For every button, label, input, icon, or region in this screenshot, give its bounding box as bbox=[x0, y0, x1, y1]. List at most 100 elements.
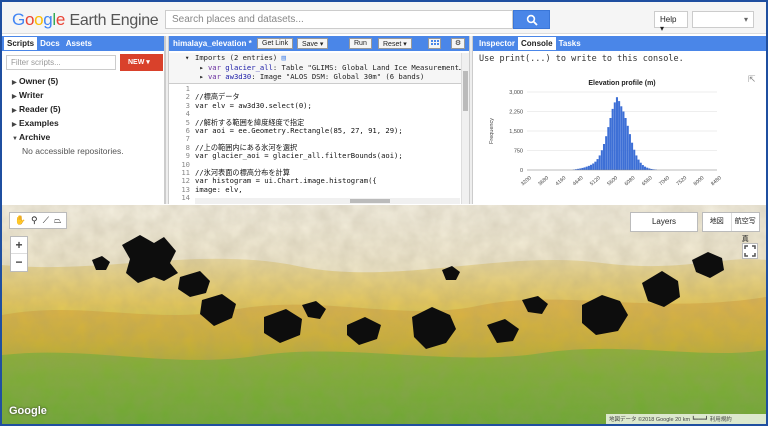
earth-engine-logo[interactable]: Google Earth Engine bbox=[12, 10, 159, 30]
code-line[interactable]: 3 var elv = aw3d30.select(0); bbox=[169, 100, 469, 110]
x-tick-label: 3680 bbox=[537, 175, 550, 187]
tab-tasks[interactable]: Tasks bbox=[556, 37, 584, 50]
y-tick-label: 0 bbox=[520, 168, 523, 174]
map-type-toggle: 地図 航空写真 bbox=[702, 212, 760, 243]
archive-note: No accessible repositories. bbox=[22, 146, 124, 156]
marker-icon[interactable]: ⚲ bbox=[31, 215, 38, 226]
histogram-bar bbox=[639, 162, 642, 170]
scroll-thumb[interactable] bbox=[350, 199, 390, 203]
tree-item-reader[interactable]: ▶ Reader (5) bbox=[12, 103, 164, 117]
new-button[interactable]: NEW ▾ bbox=[120, 54, 163, 71]
x-tick-label: 4640 bbox=[572, 175, 585, 187]
x-tick-label: 5120 bbox=[589, 175, 602, 187]
line-number: 2 bbox=[185, 92, 190, 102]
map-type-satellite[interactable]: 航空写真 bbox=[732, 213, 760, 243]
console-panel: Inspector Console Tasks Use print(...) t… bbox=[473, 36, 766, 204]
x-tick-label: 3200 bbox=[520, 175, 533, 187]
histogram-bar bbox=[615, 97, 618, 170]
chevron-down-icon: ▾ bbox=[660, 24, 665, 33]
search-input[interactable]: Search places and datasets... bbox=[165, 10, 513, 29]
line-number: 3 bbox=[185, 100, 190, 110]
tab-scripts[interactable]: Scripts bbox=[4, 37, 38, 50]
x-tick-label: 6080 bbox=[624, 175, 637, 187]
code-line[interactable]: 9 var glacier_aoi = glacier_all.filterBou… bbox=[169, 151, 469, 160]
filter-scripts-input[interactable]: Filter scripts... bbox=[6, 55, 116, 70]
histogram-bar bbox=[592, 163, 595, 170]
tree-item-examples[interactable]: ▶ Examples bbox=[12, 117, 164, 131]
histogram-bar bbox=[644, 166, 647, 170]
histogram-bar bbox=[635, 155, 638, 170]
histogram-bar bbox=[607, 127, 610, 170]
x-tick-label: 8000 bbox=[693, 175, 706, 187]
imports-info-icon[interactable]: ▤ bbox=[282, 53, 286, 62]
map-view[interactable]: ✋ ⚲ ⟋ ⏢ + − Layers 地図 航空写真 Google 地図データ … bbox=[2, 205, 766, 424]
editor-horizontal-scrollbar[interactable] bbox=[195, 198, 460, 204]
tab-inspector[interactable]: Inspector bbox=[476, 37, 518, 50]
y-tick-label: 2,250 bbox=[509, 110, 523, 116]
line-icon[interactable]: ⟋ bbox=[43, 215, 49, 226]
filter-row: Filter scripts... NEW ▾ bbox=[2, 51, 164, 73]
line-number: 1 bbox=[185, 84, 190, 93]
tree-item-archive[interactable]: ▼Archive bbox=[12, 131, 164, 145]
histogram-bar bbox=[609, 118, 612, 170]
chevron-down-icon: ▾ bbox=[319, 41, 324, 48]
search-button[interactable] bbox=[513, 10, 550, 29]
tab-docs[interactable]: Docs bbox=[37, 37, 63, 50]
code-line[interactable]: 6 var aoi = ee.Geometry.Rectangle(85, 27,… bbox=[169, 126, 469, 136]
account-dropdown[interactable]: ▾ bbox=[692, 11, 754, 28]
fullscreen-button[interactable] bbox=[742, 243, 758, 259]
histogram-bar bbox=[581, 167, 584, 170]
histogram-bar bbox=[587, 165, 590, 170]
x-tick-label: 7520 bbox=[675, 175, 688, 187]
code-area[interactable]: ▾ Imports (2 entries) ▤ ▸ var glacier_all… bbox=[169, 53, 469, 204]
code-text: var aoi = ee.Geometry.Rectangle(85, 27, … bbox=[195, 126, 403, 136]
apps-button[interactable] bbox=[428, 38, 441, 49]
scroll-thumb[interactable] bbox=[463, 71, 468, 111]
tab-console[interactable]: Console bbox=[518, 37, 556, 50]
help-button[interactable]: Help ▾ bbox=[654, 11, 688, 33]
collapse-arrow-icon[interactable]: ▾ bbox=[185, 53, 189, 63]
histogram-bar bbox=[622, 111, 625, 170]
code-editor: himalaya_elevation * Get Link Save ▾ Run… bbox=[169, 36, 469, 204]
chevron-down-icon: ▾ bbox=[403, 41, 407, 48]
histogram-bar bbox=[596, 159, 599, 170]
line-number: 14 bbox=[181, 193, 190, 203]
map-attribution[interactable]: 地図データ ©2018 Google 20 km ┗━━━┛ 利用規約 bbox=[606, 414, 766, 424]
histogram-bar bbox=[590, 164, 593, 170]
chevron-down-icon: ▾ bbox=[146, 59, 150, 66]
get-link-button[interactable]: Get Link bbox=[257, 38, 294, 49]
map-type-map[interactable]: 地図 bbox=[703, 213, 732, 231]
chevron-down-icon: ▾ bbox=[743, 15, 748, 24]
logo-text: Earth Engine bbox=[69, 12, 159, 29]
tree-item-writer[interactable]: ▶ Writer bbox=[12, 89, 164, 103]
histogram-bar bbox=[628, 134, 631, 170]
gear-icon[interactable]: ⚙ bbox=[451, 38, 465, 49]
histogram-bar bbox=[641, 165, 644, 170]
zoom-out-button[interactable]: − bbox=[11, 254, 27, 271]
tab-assets[interactable]: Assets bbox=[63, 37, 95, 50]
scripts-panel: Scripts Docs Assets Filter scripts... NE… bbox=[2, 36, 165, 204]
import-entry[interactable]: ▸ var aw3d30: Image "ALOS DSM: Global 30… bbox=[195, 72, 469, 82]
x-tick-label: 7040 bbox=[658, 175, 671, 187]
expand-arrow-icon: ▶ bbox=[12, 94, 17, 100]
histogram-bar bbox=[611, 108, 614, 170]
code-line[interactable]: 13 image: elv, bbox=[169, 185, 469, 194]
tree-item-owner[interactable]: ▶ Owner (5) bbox=[12, 75, 164, 89]
expand-arrow-icon: ▶ bbox=[12, 80, 17, 86]
layers-button[interactable]: Layers bbox=[630, 212, 698, 232]
histogram-bar bbox=[605, 136, 608, 170]
histogram-bar bbox=[633, 149, 636, 170]
run-button[interactable]: Run bbox=[349, 38, 372, 49]
expand-arrow-icon: ▶ bbox=[12, 122, 17, 128]
save-button[interactable]: Save ▾ bbox=[297, 38, 329, 49]
polygon-icon[interactable]: ⏢ bbox=[54, 215, 61, 226]
import-entry[interactable]: ▸ var glacier_all: Table "GLIMS: Global … bbox=[195, 63, 469, 73]
editor-vertical-scrollbar[interactable] bbox=[461, 53, 469, 204]
zoom-in-button[interactable]: + bbox=[11, 237, 27, 254]
reset-button[interactable]: Reset ▾ bbox=[378, 38, 412, 49]
elevation-histogram-chart: Elevation profile (m) 3,000 2,250 1,500 750 0… bbox=[489, 80, 723, 187]
histogram-bar bbox=[618, 101, 621, 170]
imports-section: ▾ Imports (2 entries) ▤ ▸ var glacier_all… bbox=[169, 53, 469, 84]
script-title[interactable]: himalaya_elevation * bbox=[173, 39, 252, 48]
hand-icon[interactable]: ✋ bbox=[15, 215, 26, 226]
